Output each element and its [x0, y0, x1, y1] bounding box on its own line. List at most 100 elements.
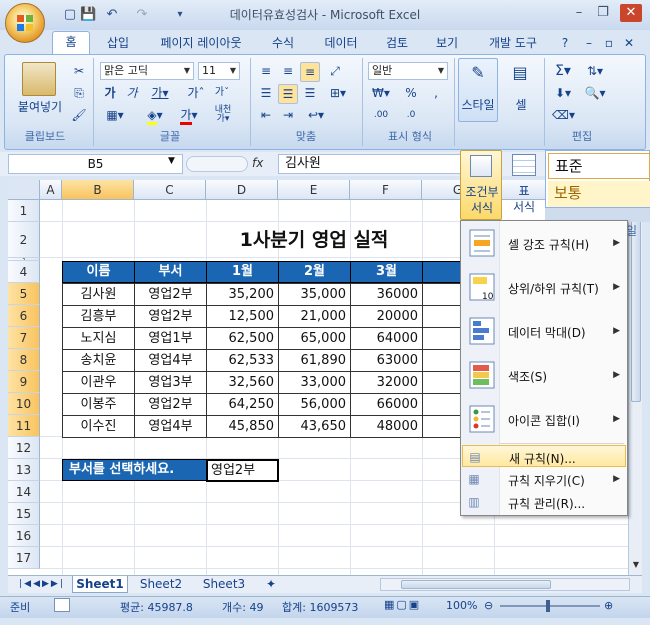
- tab-data[interactable]: 데이터: [316, 33, 366, 53]
- menu-item-data-bars[interactable]: 데이터 막대(D) ▶: [462, 310, 626, 354]
- table-cell[interactable]: 66000: [350, 393, 423, 416]
- copy-icon[interactable]: ⎘: [70, 84, 88, 102]
- clear-icon[interactable]: ⌫▾: [552, 106, 575, 124]
- row-header[interactable]: 1: [8, 200, 40, 222]
- row-header[interactable]: 10: [8, 393, 40, 415]
- table-cell[interactable]: 43,650: [278, 415, 351, 438]
- zoom-slider[interactable]: [500, 605, 600, 607]
- status-count[interactable]: 개수: 49: [222, 599, 263, 615]
- tab-formulas[interactable]: 수식: [262, 33, 304, 53]
- sort-filter-icon[interactable]: ⇅▾: [582, 62, 608, 80]
- paste-icon[interactable]: [22, 62, 56, 96]
- office-button[interactable]: [5, 3, 45, 43]
- phonetic-button[interactable]: 내천 가▾: [208, 106, 238, 124]
- tab-view[interactable]: 보기: [426, 33, 468, 53]
- find-select-icon[interactable]: 🔍▾: [582, 84, 608, 102]
- table-cell[interactable]: 영업2부: [134, 393, 207, 416]
- align-bottom-icon[interactable]: ≡: [300, 62, 320, 82]
- sheet-tab[interactable]: Sheet3: [196, 576, 252, 593]
- increase-indent-icon[interactable]: ⇥: [278, 106, 298, 124]
- italic-button[interactable]: 가: [122, 84, 142, 102]
- menu-item-top-bottom[interactable]: 10 상위/하위 규칙(T) ▶: [462, 266, 626, 310]
- table-cell[interactable]: 48000: [350, 415, 423, 438]
- view-buttons-icon[interactable]: ▦▢▣: [384, 598, 438, 613]
- row-header[interactable]: 15: [8, 503, 40, 525]
- table-cell[interactable]: 21,000: [278, 305, 351, 328]
- comma-icon[interactable]: ,: [426, 84, 446, 102]
- formula-bar-splitter[interactable]: [186, 156, 248, 172]
- zoom-out-icon[interactable]: ⊖: [484, 599, 493, 612]
- row-header[interactable]: 12: [8, 437, 40, 459]
- row-header[interactable]: 2: [8, 222, 40, 258]
- name-box-dropdown-icon[interactable]: ▼: [168, 156, 175, 166]
- row-header[interactable]: 11: [8, 415, 40, 437]
- shrink-font-button[interactable]: 가ˇ: [210, 84, 234, 102]
- percent-icon[interactable]: %: [400, 84, 422, 102]
- decrease-decimal-icon[interactable]: .0: [398, 106, 424, 124]
- fill-color-button[interactable]: ◈▾: [138, 106, 172, 125]
- table-cell[interactable]: 영업1부: [134, 327, 207, 350]
- cut-icon[interactable]: ✂: [70, 62, 88, 80]
- status-sum[interactable]: 합계: 1609573: [282, 599, 358, 615]
- row-header[interactable]: 13: [8, 459, 40, 481]
- number-format-combo[interactable]: 일반 ▼: [368, 62, 448, 80]
- table-cell[interactable]: 노지심: [62, 327, 135, 350]
- zoom-in-icon[interactable]: ⊕: [604, 599, 613, 612]
- column-header[interactable]: F: [350, 180, 422, 200]
- increase-decimal-icon[interactable]: .00: [368, 106, 394, 124]
- menu-item-new-rule[interactable]: ▤ 새 규칙(N)...: [462, 445, 626, 467]
- merge-center-icon[interactable]: ⊞▾: [324, 84, 352, 102]
- table-cell[interactable]: 65,000: [278, 327, 351, 350]
- table-cell[interactable]: 김흥부: [62, 305, 135, 328]
- table-cell[interactable]: 이봉주: [62, 393, 135, 416]
- table-cell[interactable]: 35,000: [278, 283, 351, 306]
- ribbon-restore-icon[interactable]: ▫: [602, 33, 616, 53]
- tab-home[interactable]: 홈: [52, 31, 90, 55]
- menu-item-manage-rules[interactable]: ▥ 규칙 관리(R)...: [462, 491, 626, 513]
- table-cell[interactable]: 영업2부: [134, 283, 207, 306]
- font-size-combo[interactable]: 11 ▼: [198, 62, 240, 80]
- orientation-icon[interactable]: ⤢: [324, 62, 346, 80]
- table-cell[interactable]: 35,200: [206, 283, 279, 306]
- cells-icon[interactable]: ▤: [508, 64, 532, 82]
- table-cell[interactable]: 62,500: [206, 327, 279, 350]
- tab-developer[interactable]: 개발 도구: [480, 33, 546, 53]
- row-header[interactable]: 17: [8, 547, 40, 569]
- table-cell[interactable]: 김사원: [62, 283, 135, 306]
- scroll-down-icon[interactable]: ▼: [631, 560, 641, 570]
- tab-review[interactable]: 검토: [376, 33, 418, 53]
- vertical-scrollbar[interactable]: ▲ ▼: [628, 180, 642, 575]
- table-cell[interactable]: 송치윤: [62, 349, 135, 372]
- table-cell[interactable]: 12,500: [206, 305, 279, 328]
- menu-item-highlight-cells[interactable]: 셀 강조 규칙(H) ▶: [462, 222, 626, 266]
- table-cell[interactable]: 36000: [350, 283, 423, 306]
- maximize-icon[interactable]: ❐: [592, 4, 614, 22]
- bold-button[interactable]: 가: [100, 84, 120, 102]
- sheet-tab-active[interactable]: Sheet1: [72, 576, 128, 593]
- table-header-cell[interactable]: 3월: [350, 261, 423, 283]
- table-cell[interactable]: 영업4부: [134, 415, 207, 438]
- zoom-level[interactable]: 100%: [446, 599, 477, 612]
- table-cell[interactable]: 32,560: [206, 371, 279, 394]
- menu-item-clear-rules[interactable]: ▦ 규칙 지우기(C) ▶: [462, 468, 626, 490]
- sheet-nav-arrows-icon[interactable]: |◀◀▶▶|: [10, 576, 74, 593]
- column-header[interactable]: E: [278, 180, 350, 200]
- table-cell[interactable]: 56,000: [278, 393, 351, 416]
- department-select-label[interactable]: 부서를 선택하세요.: [62, 459, 207, 481]
- sheet-title[interactable]: 1사분기 영업 실적: [134, 222, 494, 258]
- decrease-indent-icon[interactable]: ⇤: [256, 106, 276, 124]
- macro-record-icon[interactable]: [54, 598, 70, 612]
- table-cell[interactable]: 61,890: [278, 349, 351, 372]
- table-cell[interactable]: 64,250: [206, 393, 279, 416]
- column-header[interactable]: C: [134, 180, 206, 200]
- align-left-icon[interactable]: ☰: [256, 84, 276, 102]
- font-color-button[interactable]: 가▾: [174, 106, 204, 125]
- underline-button[interactable]: 가▾: [146, 84, 174, 102]
- format-painter-icon[interactable]: 🖌: [70, 106, 88, 124]
- table-cell[interactable]: 영업2부: [134, 305, 207, 328]
- table-cell[interactable]: 45,850: [206, 415, 279, 438]
- grow-font-button[interactable]: 가ˆ: [184, 84, 208, 102]
- row-header[interactable]: 7: [8, 327, 40, 349]
- close-icon[interactable]: ✕: [620, 4, 642, 22]
- zoom-slider-thumb[interactable]: [546, 600, 550, 612]
